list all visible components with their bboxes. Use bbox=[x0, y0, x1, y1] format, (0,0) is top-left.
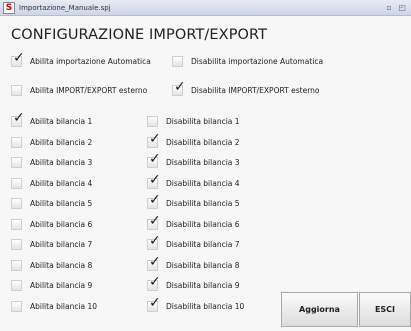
checkbox-label: Abilita bilancia 4 bbox=[30, 178, 93, 188]
enable-scale-checkbox-1[interactable]: ✓ Abilita bilancia 1 bbox=[11, 111, 92, 131]
checkbox-box[interactable] bbox=[11, 84, 22, 96]
enable-scale-checkbox-3[interactable]: Abilita bilancia 3 bbox=[11, 152, 92, 172]
checkbox-label: Disabilita IMPORT/EXPORT esterno bbox=[191, 85, 320, 95]
check-icon: ✓ bbox=[149, 212, 161, 229]
enable-scale-checkbox-4[interactable]: Abilita bilancia 4 bbox=[11, 173, 92, 193]
checkbox-label: Disabilita bilancia 1 bbox=[166, 116, 240, 126]
title-bar: S Importazione_Manuale.spj ▫ ◰ bbox=[0, 0, 411, 16]
check-icon: ✓ bbox=[149, 253, 161, 270]
checkbox-box[interactable]: ✓ bbox=[147, 275, 161, 291]
checkbox-label: Abilita bilancia 3 bbox=[30, 157, 93, 167]
checkbox-label: Abilita bilancia 8 bbox=[30, 260, 93, 270]
checkbox-label: Abilita bilancia 1 bbox=[30, 116, 93, 126]
checkbox-label: Disabilita bilancia 2 bbox=[166, 137, 240, 147]
enable-external-io-checkbox[interactable]: Abilita IMPORT/EXPORT esterno bbox=[11, 80, 147, 100]
disable-scale-checkbox-1[interactable]: Disabilita bilancia 1 bbox=[147, 111, 240, 131]
disable-scale-checkbox-3[interactable]: ✓ Disabilita bilancia 3 bbox=[147, 152, 240, 172]
checkbox-box[interactable] bbox=[11, 136, 22, 148]
disable-external-io-checkbox[interactable]: ✓ Disabilita IMPORT/EXPORT esterno bbox=[172, 80, 319, 100]
disable-scale-checkbox-6[interactable]: ✓ Disabilita bilancia 6 bbox=[147, 214, 240, 234]
checkbox-label: Abilita importazione Automatica bbox=[30, 56, 151, 66]
checkbox-label: Disabilita bilancia 10 bbox=[166, 301, 245, 311]
checkbox-label: Abilita bilancia 7 bbox=[30, 239, 93, 249]
disable-scale-checkbox-4[interactable]: ✓ Disabilita bilancia 4 bbox=[147, 173, 240, 193]
checkbox-label: Disabilita bilancia 8 bbox=[166, 260, 240, 270]
exit-button[interactable]: ESCI bbox=[359, 292, 411, 327]
enable-scale-checkbox-2[interactable]: Abilita bilancia 2 bbox=[11, 132, 92, 152]
checkbox-label: Disabilita bilancia 7 bbox=[166, 239, 240, 249]
checkbox-box[interactable]: ✓ bbox=[147, 173, 161, 189]
check-icon: ✓ bbox=[149, 232, 161, 249]
window-title: Importazione_Manuale.spj bbox=[19, 4, 111, 12]
check-icon: ✓ bbox=[149, 130, 161, 147]
check-icon: ✓ bbox=[13, 109, 25, 126]
enable-scale-checkbox-6[interactable]: Abilita bilancia 6 bbox=[11, 214, 92, 234]
checkbox-label: Disabilita bilancia 6 bbox=[166, 219, 240, 229]
checkbox-box[interactable] bbox=[11, 259, 22, 271]
checkbox-box[interactable] bbox=[11, 238, 22, 250]
checkbox-box[interactable] bbox=[11, 156, 22, 168]
checkbox-box[interactable]: ✓ bbox=[11, 51, 25, 67]
checkbox-label: Disabilita bilancia 3 bbox=[166, 157, 240, 167]
checkbox-box[interactable]: ✓ bbox=[147, 296, 161, 312]
checkbox-box[interactable] bbox=[11, 218, 22, 230]
disable-scale-checkbox-2[interactable]: ✓ Disabilita bilancia 2 bbox=[147, 132, 240, 152]
app-icon: S bbox=[3, 2, 15, 14]
update-button[interactable]: Aggiorna bbox=[281, 292, 358, 327]
checkbox-box[interactable]: ✓ bbox=[11, 111, 25, 127]
check-icon: ✓ bbox=[13, 49, 25, 66]
disable-scale-checkbox-8[interactable]: ✓ Disabilita bilancia 8 bbox=[147, 255, 240, 275]
checkbox-box[interactable] bbox=[172, 55, 183, 67]
enable-scale-checkbox-5[interactable]: Abilita bilancia 5 bbox=[11, 193, 92, 213]
checkbox-label: Disabilita bilancia 4 bbox=[166, 178, 240, 188]
checkbox-box[interactable] bbox=[11, 197, 22, 209]
checkbox-box[interactable]: ✓ bbox=[172, 80, 186, 96]
page-title: CONFIGURAZIONE IMPORT/EXPORT bbox=[11, 27, 268, 43]
checkbox-box[interactable] bbox=[11, 300, 22, 312]
checkbox-label: Abilita IMPORT/EXPORT esterno bbox=[30, 85, 148, 95]
disable-scale-checkbox-10[interactable]: ✓ Disabilita bilancia 10 bbox=[147, 296, 244, 316]
checkbox-label: Abilita bilancia 6 bbox=[30, 219, 93, 229]
check-icon: ✓ bbox=[149, 273, 161, 290]
checkbox-box[interactable]: ✓ bbox=[147, 152, 161, 168]
checkbox-box[interactable] bbox=[147, 115, 158, 127]
enable-scale-checkbox-9[interactable]: Abilita bilancia 9 bbox=[11, 275, 92, 295]
checkbox-box[interactable]: ✓ bbox=[147, 193, 161, 209]
checkbox-label: Abilita bilancia 2 bbox=[30, 137, 93, 147]
checkbox-box[interactable]: ✓ bbox=[147, 214, 161, 230]
checkbox-label: Abilita bilancia 9 bbox=[30, 280, 93, 290]
check-icon: ✓ bbox=[174, 78, 186, 95]
checkbox-box[interactable]: ✓ bbox=[147, 255, 161, 271]
checkbox-label: Abilita bilancia 10 bbox=[30, 301, 98, 311]
checkbox-box[interactable] bbox=[11, 177, 22, 189]
check-icon: ✓ bbox=[149, 171, 161, 188]
enable-auto-import-checkbox[interactable]: ✓ Abilita importazione Automatica bbox=[11, 51, 151, 71]
check-icon: ✓ bbox=[149, 294, 161, 311]
window-controls[interactable]: ▫ ◰ bbox=[386, 2, 408, 13]
disable-scale-checkbox-9[interactable]: ✓ Disabilita bilancia 9 bbox=[147, 275, 240, 295]
checkbox-label: Abilita bilancia 5 bbox=[30, 198, 93, 208]
checkbox-label: Disabilita importazione Automatica bbox=[191, 56, 324, 66]
check-icon: ✓ bbox=[149, 150, 161, 167]
check-icon: ✓ bbox=[149, 191, 161, 208]
disable-auto-import-checkbox[interactable]: Disabilita importazione Automatica bbox=[172, 51, 323, 71]
enable-scale-checkbox-8[interactable]: Abilita bilancia 8 bbox=[11, 255, 92, 275]
checkbox-box[interactable] bbox=[11, 279, 22, 291]
checkbox-box[interactable]: ✓ bbox=[147, 234, 161, 250]
disable-scale-checkbox-7[interactable]: ✓ Disabilita bilancia 7 bbox=[147, 234, 240, 254]
checkbox-label: Disabilita bilancia 9 bbox=[166, 280, 240, 290]
enable-scale-checkbox-7[interactable]: Abilita bilancia 7 bbox=[11, 234, 92, 254]
checkbox-box[interactable]: ✓ bbox=[147, 132, 161, 148]
checkbox-label: Disabilita bilancia 5 bbox=[166, 198, 240, 208]
enable-scale-checkbox-10[interactable]: Abilita bilancia 10 bbox=[11, 296, 97, 316]
disable-scale-checkbox-5[interactable]: ✓ Disabilita bilancia 5 bbox=[147, 193, 240, 213]
